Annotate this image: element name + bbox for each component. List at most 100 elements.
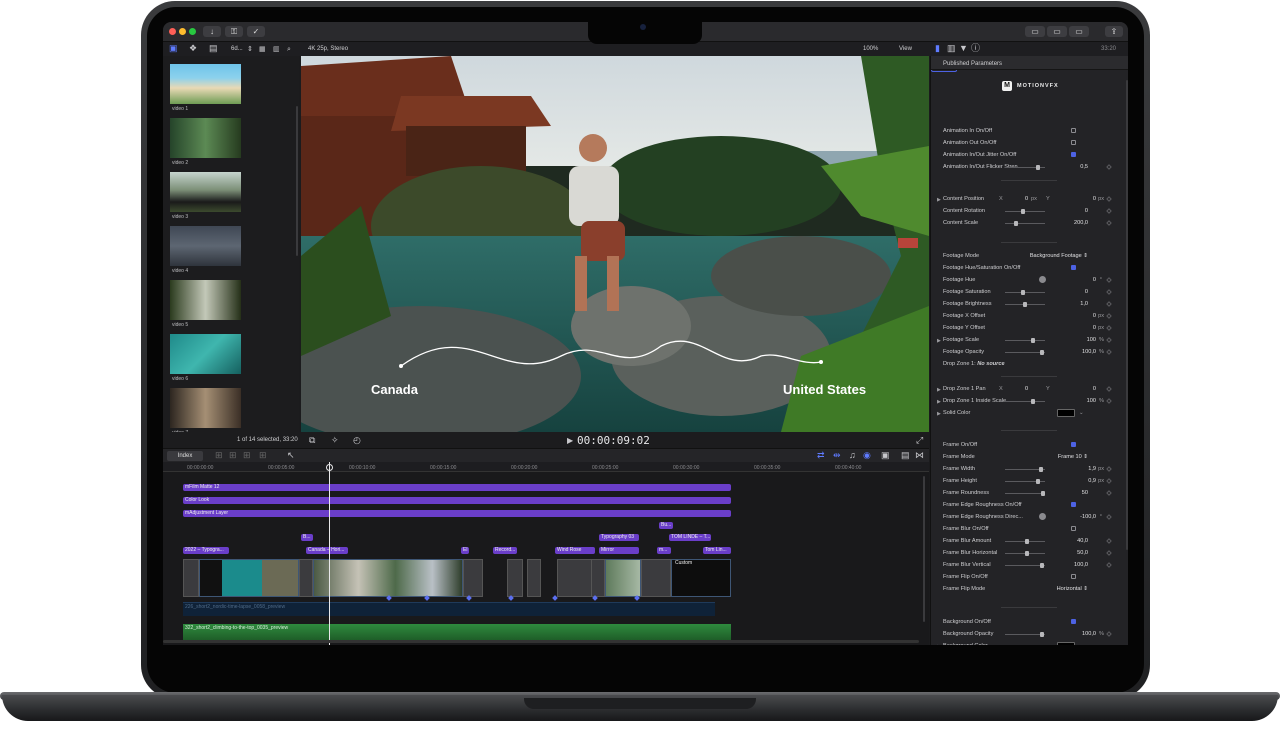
slider-knob[interactable] [1041,491,1045,496]
layout-inspector-icon[interactable]: ▭ [1069,26,1089,37]
layout-browser-icon[interactable]: ▭ [1025,26,1045,37]
title-clip[interactable]: m... [657,547,671,554]
param-value[interactable]: 100,0 [1082,631,1096,637]
slider-track[interactable] [1005,493,1045,494]
close-window-button[interactable] [169,28,176,35]
lane-clip[interactable]: mFilm Matte 12 [183,484,731,491]
search-icon[interactable]: ⌕ [287,45,291,54]
slider-knob[interactable] [1024,539,1029,544]
param-value[interactable]: 100 [1087,398,1096,404]
play-icon[interactable]: ▶ [567,436,573,445]
clip-thumbnail[interactable] [170,334,241,374]
keyframe-icon[interactable] [1106,466,1112,472]
inspector-scrollbar[interactable] [1126,80,1128,550]
param-value[interactable]: 40,0 [1077,538,1088,544]
checkbox[interactable] [1071,140,1076,145]
checkbox[interactable] [1071,526,1076,531]
slider-knob[interactable] [1014,221,1018,226]
keyframe-icon[interactable] [1106,313,1112,319]
param-value[interactable]: 1,9 [1088,466,1096,472]
y-value[interactable]: 0 [1093,386,1096,392]
param-value[interactable]: 0,9 [1088,478,1096,484]
slider-knob[interactable] [1039,467,1044,472]
inspector-film-icon[interactable]: ▥ [947,44,956,53]
disclosure-triangle-icon[interactable]: ▶ [937,411,941,417]
slider-knob[interactable] [1040,350,1045,355]
title-clip[interactable]: 2022 – Typogra... [183,547,229,554]
minimize-window-button[interactable] [179,28,186,35]
slider-knob[interactable] [1040,563,1045,568]
import-icon[interactable]: ↓ [203,26,221,37]
keyword-icon[interactable]: ⚿ [225,26,243,37]
x-value[interactable]: 0 [1025,386,1028,392]
lane-clip[interactable]: mAdjustment Layer [183,510,731,517]
param-value[interactable]: 0 [1085,208,1088,214]
slider-knob[interactable] [1035,165,1040,170]
keyframe-icon[interactable] [1106,301,1112,307]
arrow-tool-icon[interactable]: ↖ [287,451,295,460]
slider-track[interactable] [1005,634,1045,635]
slider-knob[interactable] [1030,338,1035,343]
slider-knob[interactable] [1040,632,1045,637]
checkbox[interactable] [1071,502,1076,507]
disclosure-triangle-icon[interactable]: ▶ [937,399,941,405]
clip-appearance-icon[interactable]: ▦ [259,45,266,54]
checkbox[interactable] [1071,574,1076,579]
disclosure-triangle-icon[interactable]: ▶ [937,644,941,645]
gap-clip[interactable] [183,559,199,597]
video-clip[interactable] [199,559,299,597]
title-clip[interactable]: Bu... [659,522,673,529]
chevron-updown-icon[interactable]: ⇕ [247,45,253,54]
checkbox[interactable] [1071,265,1076,270]
param-value[interactable]: 0 [1093,277,1096,283]
param-value[interactable]: 100 [1087,337,1096,343]
share-icon[interactable]: ⇪ [1105,26,1123,37]
disclosure-triangle-icon[interactable]: ▶ [937,338,941,344]
title-clip[interactable]: Wind Rose [555,547,595,554]
inspector-video-icon[interactable]: ▮ [935,44,940,53]
video-clip[interactable] [313,559,463,597]
inspector-filter-icon[interactable]: ▼ [959,44,968,53]
clip-thumbnail[interactable] [170,388,241,428]
info-icon[interactable]: ⓘ [971,44,980,53]
keyframe-icon[interactable] [1106,208,1112,214]
keyframe-icon[interactable] [1106,289,1112,295]
keyframe-icon[interactable] [1106,490,1112,496]
title-clip[interactable]: Typography 03 [599,534,639,541]
slider-track[interactable] [1005,352,1045,353]
param-value[interactable]: 100,0 [1074,562,1088,568]
checkbox[interactable] [1071,128,1076,133]
keyframe-icon[interactable] [1106,398,1112,404]
popup-value[interactable]: Frame 10 ⇕ [1058,454,1088,460]
title-clip[interactable]: Tom Lin... [703,547,731,554]
keyframe-icon[interactable] [1106,550,1112,556]
title-clip[interactable]: Mirror [599,547,639,554]
index-button[interactable]: Index [167,451,203,461]
gap-clip[interactable] [463,559,483,597]
title-clip[interactable]: B... [301,534,313,541]
keyframe-icon[interactable] [1106,514,1112,520]
titles-generators-icon[interactable]: ▤ [209,44,218,53]
title-clip[interactable]: TOM LINDE – T... [669,534,711,541]
keyframe-icon[interactable] [1106,562,1112,568]
speed-icon[interactable]: ◴ [353,436,361,445]
disclosure-triangle-icon[interactable]: ▶ [937,387,941,393]
param-value[interactable]: 50,0 [1077,550,1088,556]
libraries-icon[interactable]: ▣ [169,44,178,53]
keyframe-icon[interactable] [1106,631,1112,637]
checkbox[interactable] [1071,619,1076,624]
clip-thumbnail[interactable] [170,172,241,212]
solo-icon[interactable]: ◉ [863,451,871,460]
slider-track[interactable] [1005,340,1045,341]
snapping-icon[interactable]: ⇹ [833,451,841,460]
disclosure-triangle-icon[interactable]: ▶ [937,197,941,203]
slider-knob[interactable] [1035,479,1040,484]
param-value[interactable]: 100,0 [1082,349,1096,355]
slider-knob[interactable] [1021,209,1026,214]
connect-clip-icon[interactable]: ⊞ [215,451,223,460]
lane-clip[interactable]: Color Look [183,497,731,504]
keyframe-icon[interactable] [1106,538,1112,544]
param-value[interactable]: 0 [1085,289,1088,295]
clip-thumbnail[interactable] [170,280,241,320]
dial-icon[interactable] [1039,276,1046,283]
